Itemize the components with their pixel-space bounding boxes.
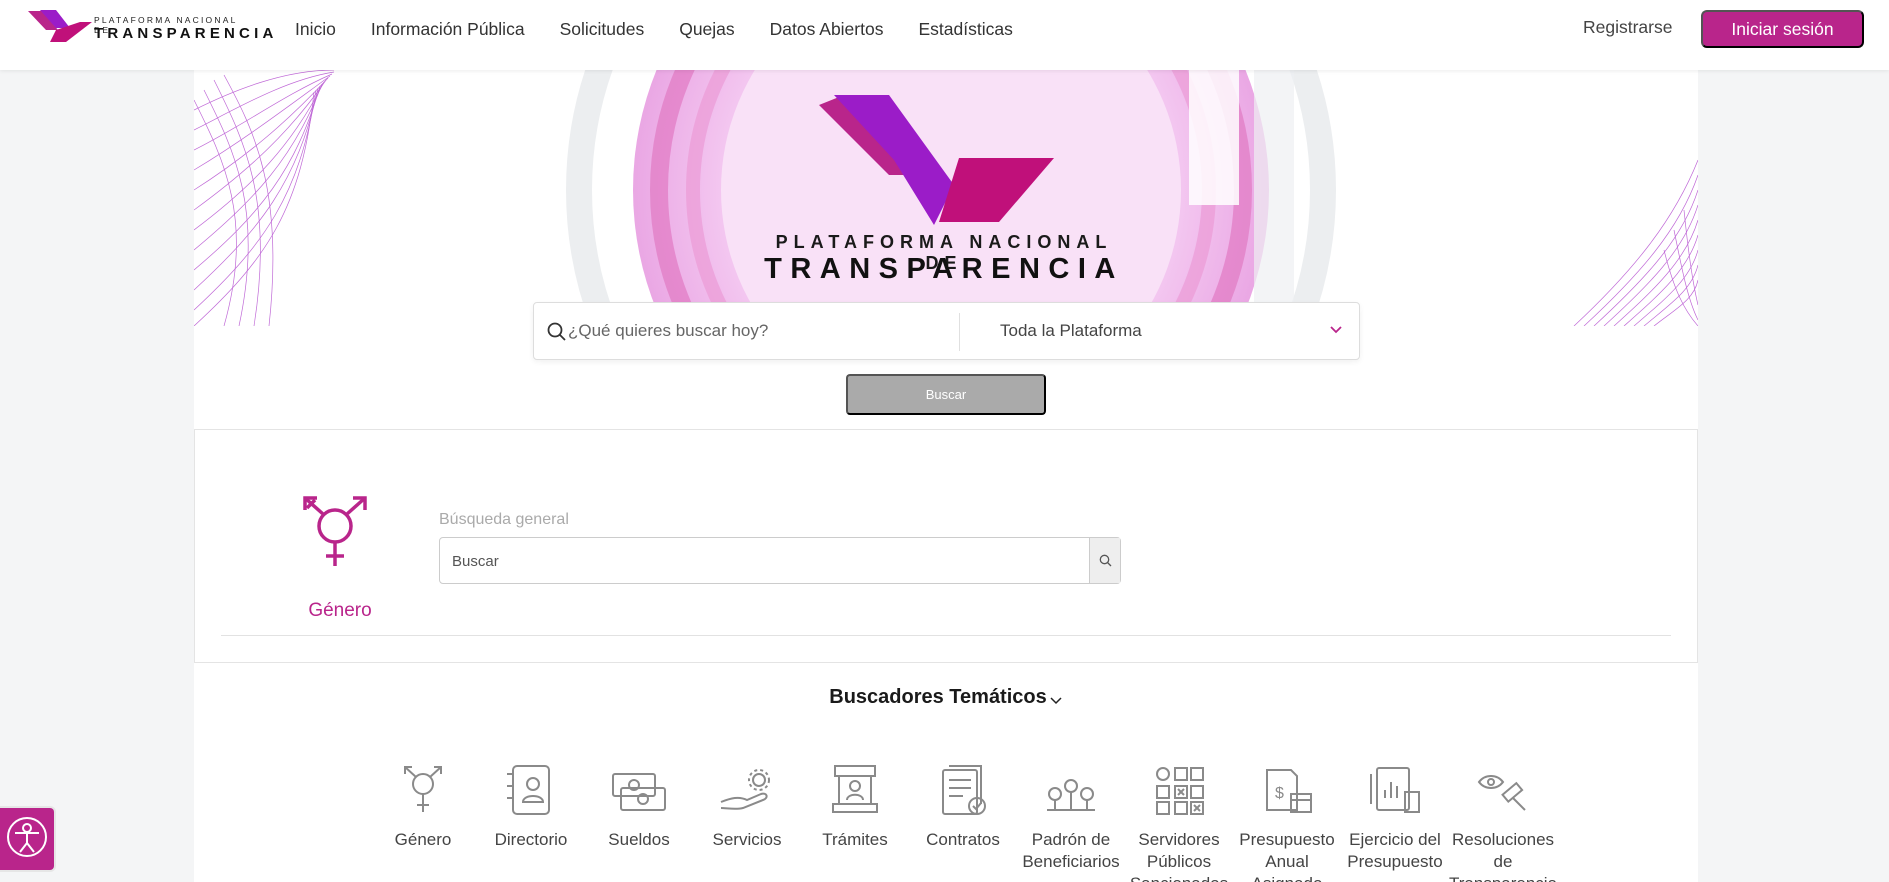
accessibility-button[interactable] [0,806,56,872]
theme-label: Públicos [1146,852,1212,871]
procedures-icon [825,764,885,816]
main-nav: Inicio Información Pública Solicitudes Q… [295,0,1048,58]
theme-label: Resoluciones [1451,830,1555,849]
theme-label: Sueldos [608,830,670,849]
search-icon [547,322,567,347]
theme-label: Servicios [712,830,782,849]
logo-line2: TRANSPARENCIA [94,25,278,42]
gender-icon [301,496,371,575]
top-navbar: PLATAFORMA NACIONAL DE TRANSPARENCIA Ini… [0,0,1889,70]
nav-quejas[interactable]: Quejas [679,19,734,40]
nav-solicitudes[interactable]: Solicitudes [560,19,645,40]
nav-datos-abiertos[interactable]: Datos Abiertos [770,19,884,40]
general-search-input[interactable] [452,548,1052,574]
chevron-down-icon[interactable] [1049,690,1063,713]
theme-servicios[interactable]: Servicios [693,764,801,851]
gender-icon [393,764,453,816]
services-icon [717,764,777,816]
theme-genero[interactable]: Género [369,764,477,851]
theme-label: Padrón de [1031,830,1111,849]
theme-label: Anual [1265,852,1309,871]
global-search-input[interactable] [568,311,948,351]
theme-label: de [1493,852,1513,871]
beneficiaries-icon [1041,764,1101,816]
theme-label: Trámites [822,830,888,849]
accessibility-icon [5,815,49,864]
theme-contratos[interactable]: Contratos [909,764,1017,851]
genero-label: Género [308,600,372,621]
theme-label: Servidores [1138,830,1220,849]
search-divider [959,313,960,351]
theme-servidores-publicos[interactable]: Servidores Públicos Sancionados [1125,764,1233,882]
nav-informacion-publica[interactable]: Información Pública [371,19,525,40]
theme-label: Asignado [1252,874,1323,882]
budget-icon: $ [1257,764,1317,816]
theme-label: Presupuesto [1347,852,1443,871]
general-search-field [439,537,1121,584]
salary-icon [609,764,669,816]
budget-exercise-icon [1365,764,1425,816]
public-servants-icon [1149,764,1209,816]
thematic-title: Buscadores Temáticos [829,686,1047,708]
theme-label: Sancionados [1130,874,1228,882]
theme-label: Ejercicio del [1349,830,1441,849]
theme-directorio[interactable]: Directorio [477,764,585,851]
theme-label: Transparencia [1449,874,1557,882]
contracts-icon [933,764,993,816]
resolutions-icon [1473,764,1533,816]
global-search-bar: Toda la Plataforma [533,302,1360,360]
search-scope-select[interactable]: Toda la Plataforma [1000,321,1142,341]
directory-icon [501,764,561,816]
theme-tramites[interactable]: Trámites [801,764,909,851]
theme-padron-beneficiarios[interactable]: Padrón de Beneficiarios [1017,764,1125,873]
general-search-label: Búsqueda general [439,511,569,528]
hero-banner: PLATAFORMA NACIONAL DE TRANSPARENCIA [194,70,1698,326]
thematic-search-header[interactable]: Buscadores Temáticos [194,686,1698,713]
theme-label: Presupuesto [1239,830,1335,849]
theme-label: Contratos [926,830,1000,849]
brand-logo[interactable]: PLATAFORMA NACIONAL DE TRANSPARENCIA [26,8,273,44]
theme-label: Directorio [494,830,568,849]
nav-estadisticas[interactable]: Estadísticas [918,19,1012,40]
hero-artwork [194,70,1698,326]
register-link[interactable]: Registrarse [1583,17,1672,38]
theme-sueldos[interactable]: Sueldos [585,764,693,851]
main-content: PLATAFORMA NACIONAL DE TRANSPARENCIA Tod… [194,70,1698,882]
search-button[interactable]: Buscar [846,374,1046,415]
genero-search-panel: Género Búsqueda general [194,429,1698,663]
theme-label: Género [394,830,452,849]
panel-divider [221,635,1671,636]
theme-presupuesto-anual[interactable]: $ Presupuesto Anual Asignado [1233,764,1341,882]
hero-title-line2: TRANSPARENCIA [764,253,1124,285]
search-icon[interactable] [1089,538,1120,583]
nav-inicio[interactable]: Inicio [295,19,336,40]
svg-text:$: $ [1275,785,1284,802]
login-button[interactable]: Iniciar sesión [1701,10,1864,48]
theme-ejercicio-presupuesto[interactable]: Ejercicio del Presupuesto [1341,764,1449,873]
theme-label: Beneficiarios [1022,852,1120,871]
chevron-down-icon[interactable] [1329,323,1343,342]
brand-logo-icon [28,10,92,42]
theme-resoluciones[interactable]: Resoluciones de Transparencia [1449,764,1557,882]
